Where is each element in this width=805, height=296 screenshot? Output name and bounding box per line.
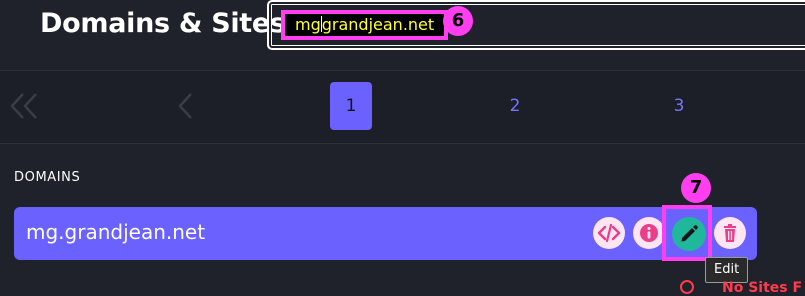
- code-icon: [597, 223, 621, 243]
- step-marker-6: 6: [443, 6, 473, 36]
- trash-icon: [724, 224, 736, 242]
- search-value-part-2: grandjean.net: [321, 15, 435, 34]
- page-title: Domains & Sites: [40, 8, 286, 39]
- no-sites-message: No Sites F: [680, 280, 802, 296]
- edit-button[interactable]: [672, 217, 706, 251]
- warning-icon: [680, 280, 694, 294]
- embed-code-button[interactable]: [593, 217, 625, 249]
- page-button-1[interactable]: 1: [330, 82, 372, 130]
- domain-row[interactable]: mg.grandjean.net: [14, 207, 757, 260]
- previous-page-button[interactable]: [175, 91, 195, 125]
- pencil-icon: [681, 225, 698, 242]
- delete-button[interactable]: [714, 217, 746, 249]
- first-page-button[interactable]: [8, 91, 40, 125]
- page-button-3[interactable]: 3: [658, 82, 700, 130]
- double-chevron-left-icon: [10, 93, 37, 119]
- info-icon: [640, 224, 658, 242]
- search-input-value[interactable]: mggrandjean.net: [281, 10, 449, 40]
- header: Domains & Sites mggrandjean.net 6: [0, 0, 805, 68]
- no-sites-text: No Sites F: [722, 280, 803, 296]
- page-button-2[interactable]: 2: [494, 82, 536, 130]
- search-input[interactable]: mggrandjean.net: [267, 0, 805, 50]
- domains-section-label: DOMAINS: [14, 170, 81, 185]
- domain-name[interactable]: mg.grandjean.net: [26, 220, 205, 244]
- search-value-part-1: mg: [295, 15, 321, 34]
- pagination: 1 2 3: [0, 70, 805, 144]
- info-button[interactable]: [633, 217, 665, 249]
- step-marker-7: 7: [681, 173, 711, 203]
- chevron-left-icon: [178, 93, 192, 119]
